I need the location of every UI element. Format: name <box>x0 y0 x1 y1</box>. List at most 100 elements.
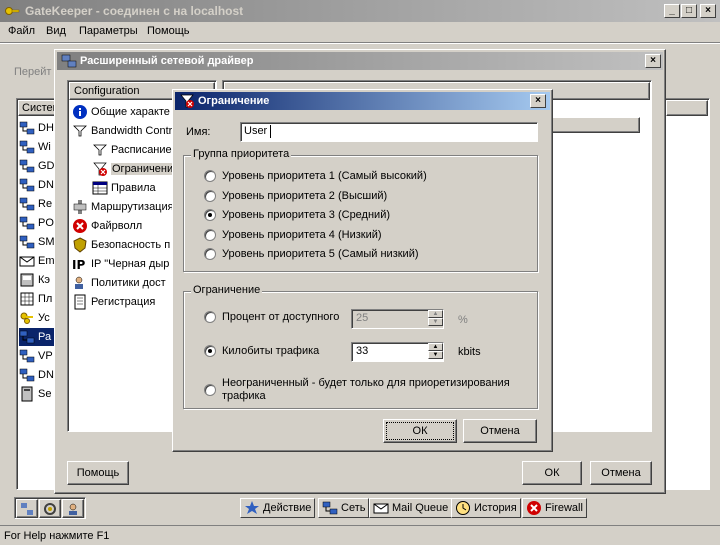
system-list-item[interactable]: Em <box>19 252 55 270</box>
tree-item-label: IP "Черная дыр <box>91 258 170 270</box>
network-icon <box>61 53 77 69</box>
system-list[interactable]: Систем DH Wi GD DN Re PO SM Em Кэ Пл Ус Ра VP DN Se <box>16 98 60 490</box>
main-title: GateKeeper - соединен с на localhost <box>25 4 244 18</box>
dialog-cancel-button[interactable]: Отмена <box>463 419 537 443</box>
menu-file[interactable]: Файл <box>8 25 35 37</box>
system-list-item[interactable]: Кэ <box>19 271 55 289</box>
right-panel-header <box>666 100 708 116</box>
tab-history[interactable]: История <box>451 498 521 518</box>
priority-radio-1[interactable]: Уровень приоритета 1 (Самый высокий) <box>204 168 427 184</box>
tab-network[interactable]: Сеть <box>318 498 370 518</box>
system-list-item[interactable]: GD <box>19 157 55 175</box>
limit-kbit-unit: kbits <box>458 346 481 358</box>
priority-radio-3[interactable]: Уровень приоритета 3 (Средний) <box>204 207 390 223</box>
system-list-item[interactable]: Ра <box>19 328 55 346</box>
name-label: Имя: <box>186 126 211 138</box>
limit-icon <box>92 161 108 177</box>
minimize-button[interactable]: _ <box>664 4 680 18</box>
network-icon <box>21 502 33 515</box>
tab-user-icon[interactable] <box>62 499 84 518</box>
status-text: For Help нажмите F1 <box>4 530 110 542</box>
limit-percent-unit: % <box>458 314 468 326</box>
key-icon <box>4 3 20 19</box>
limit-kbit-spinner[interactable]: ▲ ▼ <box>428 343 443 359</box>
menu-help[interactable]: Помощь <box>147 25 190 37</box>
driver-cancel-button[interactable]: Отмена <box>590 461 652 485</box>
tree-item-label: Маршрутизация <box>91 201 174 213</box>
tree-item-label: Регистрация <box>91 296 156 308</box>
toolbar-goto-button[interactable]: Перейт <box>10 52 54 82</box>
network-icon <box>322 500 338 516</box>
network-icon <box>19 196 35 212</box>
system-list-item[interactable]: SM <box>19 233 55 251</box>
limit-kbit-radio[interactable]: Килобиты трафика <box>204 343 319 359</box>
system-list-item[interactable]: Пл <box>19 290 55 308</box>
tree-item-label: Правила <box>111 182 156 194</box>
driver-title: Расширенный сетевой драйвер <box>80 55 254 67</box>
tab-config-icon[interactable] <box>39 499 61 518</box>
limit-percent-spinner: ▲ ▼ <box>428 310 443 326</box>
tab-firewall[interactable]: Firewall <box>522 498 587 518</box>
tab-network-icon[interactable] <box>16 499 38 518</box>
system-list-item-label: Ус <box>38 312 50 324</box>
tab-action[interactable]: Действие <box>240 498 316 518</box>
dialog-close-button[interactable]: × <box>530 94 546 108</box>
toolbar-separator <box>0 42 720 44</box>
mail-icon <box>19 253 35 269</box>
tab-mail[interactable]: Mail Queue <box>369 498 453 518</box>
driver-ok-button[interactable]: ОК <box>522 461 582 485</box>
priority-radio-5[interactable]: Уровень приоритета 5 (Самый низкий) <box>204 246 419 262</box>
system-list-item-label: Ра <box>38 331 52 343</box>
system-list-item[interactable]: Re <box>19 195 55 213</box>
system-list-item-label: Se <box>38 388 52 400</box>
menu-params[interactable]: Параметры <box>79 25 138 37</box>
limit-percent-radio[interactable]: Процент от доступного <box>204 309 339 325</box>
table-icon <box>92 180 108 196</box>
limit-group-label: Ограничение <box>191 284 263 296</box>
driver-title-bar: Расширенный сетевой драйвер <box>57 52 663 70</box>
info-icon <box>72 104 88 120</box>
system-list-item[interactable]: Ус <box>19 309 55 327</box>
system-list-item[interactable]: Se <box>19 385 55 403</box>
system-list-item-label: SM <box>38 236 55 248</box>
system-list-item[interactable]: Wi <box>19 138 55 156</box>
tree-item-label: Расписание <box>111 144 172 156</box>
tree-item-label: Ограничени <box>111 163 175 175</box>
limit-none-radio[interactable]: Неограниченный - будет только для приоре… <box>204 376 524 404</box>
route-icon <box>72 199 88 215</box>
maximize-button[interactable]: □ <box>681 4 697 18</box>
driver-close-button[interactable]: × <box>645 54 661 68</box>
main-title-bar: GateKeeper - соединен с на localhost <box>0 0 720 22</box>
close-button[interactable]: × <box>700 4 716 18</box>
dialog-ok-button[interactable]: ОК <box>383 419 457 443</box>
priority-group-label: Группа приоритета <box>191 148 292 160</box>
system-list-item[interactable]: VP <box>19 347 55 365</box>
network-icon <box>19 177 35 193</box>
svg-text:IP: IP <box>72 258 85 272</box>
network-icon <box>19 215 35 231</box>
system-list-item[interactable]: DN <box>19 176 55 194</box>
firewall-icon <box>72 218 88 234</box>
dialog-title-bar: Ограничение <box>175 92 550 110</box>
right-panel <box>664 98 710 490</box>
system-list-item-label: DN <box>38 369 54 381</box>
system-list-item[interactable]: DH <box>19 119 55 137</box>
gear-icon <box>44 502 56 515</box>
system-list-item-label: VP <box>38 350 53 362</box>
register-icon <box>72 294 88 310</box>
priority-radio-4[interactable]: Уровень приоритета 4 (Низкий) <box>204 227 382 243</box>
network-icon <box>19 348 35 364</box>
system-list-item-label: Em <box>38 255 55 267</box>
system-list-item[interactable]: PO <box>19 214 55 232</box>
system-list-item-label: Re <box>38 198 53 210</box>
system-list-item-label: DN <box>38 179 54 191</box>
text-cursor <box>270 125 271 138</box>
priority-radio-2[interactable]: Уровень приоритета 2 (Высший) <box>204 188 387 204</box>
toolbar-goto-label: Перейт <box>14 66 52 78</box>
system-list-item-label: Wi <box>38 141 51 153</box>
name-input[interactable]: User <box>240 122 538 142</box>
system-list-item[interactable]: DN <box>19 366 55 384</box>
driver-help-button[interactable]: Помощь <box>67 461 129 485</box>
menu-view[interactable]: Вид <box>46 25 66 37</box>
limit-icon <box>179 93 195 109</box>
